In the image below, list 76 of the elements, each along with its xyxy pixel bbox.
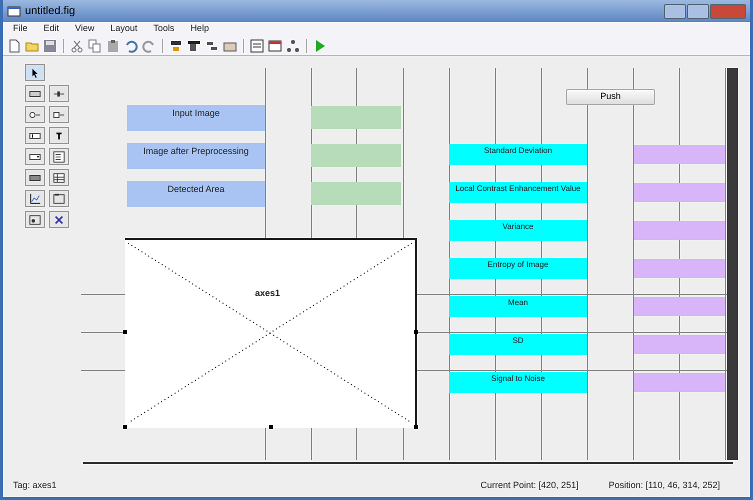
tool-button[interactable] [25,85,45,102]
menu-item[interactable]: Layout [110,22,138,36]
static-text: Standard Deviation [449,144,587,165]
tool-button[interactable] [25,127,45,144]
push-button[interactable]: Push [566,89,655,105]
status-current-point: Current Point: [420, 251] [480,479,579,492]
copy-icon[interactable] [88,38,102,52]
selection-handle[interactable] [123,425,127,429]
maximize-button[interactable] [687,4,709,18]
input-field[interactable] [311,182,401,205]
inspector-icon[interactable] [250,38,264,52]
menu-item[interactable]: Edit [44,22,60,36]
redo-icon[interactable] [142,38,156,52]
new-file-icon[interactable] [7,38,21,52]
panel-tool-icon [53,192,65,204]
static-text: Input Image [127,105,265,131]
button-group-tool-icon [29,214,41,226]
static-text: Signal to Noise [449,372,587,393]
static-text: Mean [449,296,587,317]
tool-button[interactable] [25,106,45,123]
clipboard-icon[interactable] [106,38,120,52]
menu-item[interactable]: File [13,22,28,36]
tool-button[interactable] [49,85,69,102]
menu-item[interactable]: Tools [153,22,174,36]
input-field[interactable] [634,297,725,316]
scissors-icon[interactable] [70,38,84,52]
tree-icon[interactable] [286,38,300,52]
minimize-button[interactable] [664,4,686,18]
static-text: SD [449,334,587,355]
input-field[interactable] [634,335,725,354]
tool-button[interactable] [49,190,69,207]
tool-button[interactable] [25,211,45,228]
selection-handle[interactable] [414,330,418,334]
axes-tool-icon [29,192,41,204]
input-field[interactable] [634,145,725,164]
figure-window-icon [7,4,21,18]
input-field[interactable] [634,259,725,278]
listbox-tool-icon [53,150,65,162]
table-tool-icon [53,172,65,184]
status-tag: Tag: axes1 [13,479,57,493]
tool-button[interactable] [49,169,69,186]
static-text: Variance [449,220,587,241]
tool-button[interactable] [49,211,69,228]
selection-handle[interactable] [414,425,418,429]
selection-handle[interactable] [269,425,273,429]
static-text: Detected Area [127,181,265,207]
input-field[interactable] [634,183,725,202]
input-field[interactable] [311,144,401,167]
browser-icon[interactable] [268,38,282,52]
tool-button[interactable] [49,127,69,144]
input-field[interactable] [634,221,725,240]
selection-handle[interactable] [123,330,127,334]
input-field[interactable] [311,106,401,129]
window-title: untitled.fig [25,4,76,19]
input-field[interactable] [634,373,725,392]
tool-button[interactable] [25,169,45,186]
menu-editor-icon[interactable] [187,38,201,52]
tool-button[interactable] [25,64,45,81]
tool-button[interactable] [25,148,45,165]
axes-placeholder[interactable]: axes1 [125,238,417,428]
run-icon[interactable] [313,38,327,52]
undo-icon[interactable] [124,38,138,52]
align-icon[interactable] [169,38,183,52]
tool-button[interactable] [25,190,45,207]
static-text: Image after Preprocessing [127,143,265,169]
axes-label: axes1 [255,287,280,300]
save-icon[interactable] [43,38,57,52]
static-text: Entropy of Image [449,258,587,279]
static-text: Local Contrast Enhancement Value [449,182,587,203]
menu-item[interactable]: Help [190,22,209,36]
activex-tool-icon [53,214,65,226]
menu-item[interactable]: View [75,22,94,36]
status-position: Position: [110, 46, 314, 252] [608,479,720,492]
close-button[interactable] [710,4,746,18]
tool-button[interactable] [49,106,69,123]
tool-button[interactable] [49,148,69,165]
